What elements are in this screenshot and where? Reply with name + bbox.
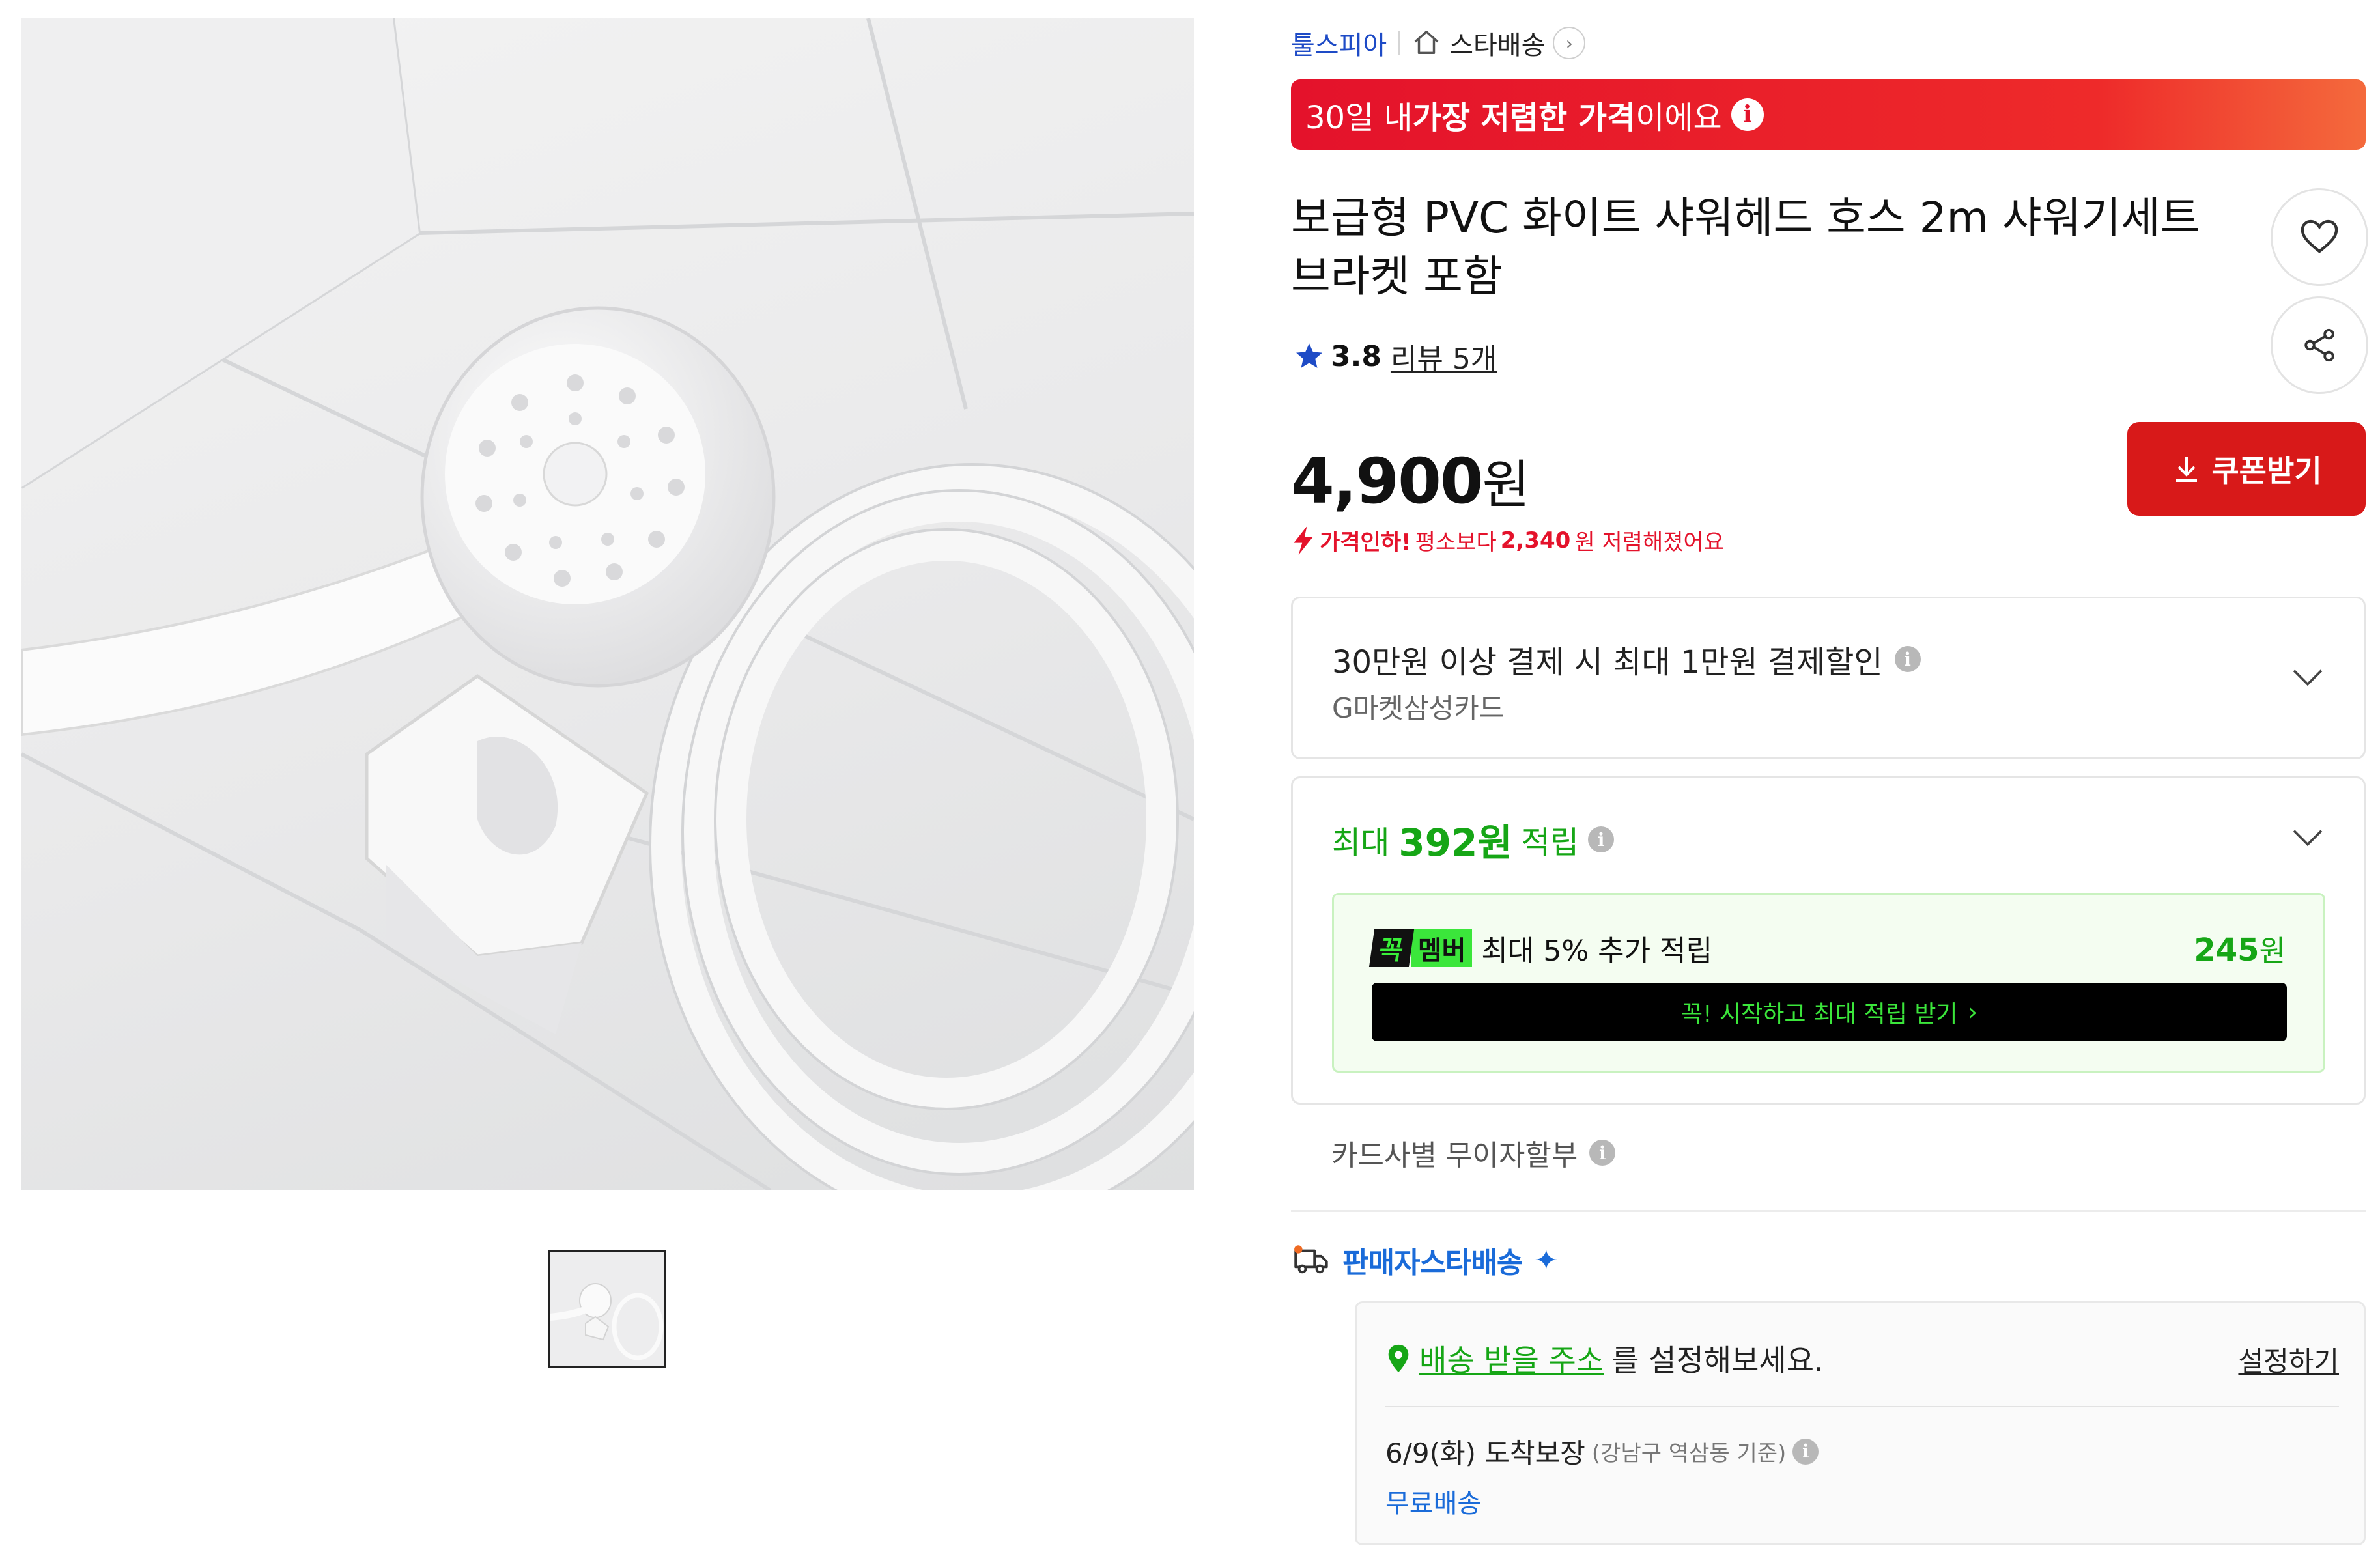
points-title-row: 최대 392원 적립 i xyxy=(1332,812,1615,867)
info-icon[interactable]: i xyxy=(1792,1438,1819,1465)
discount-title-row: 30만원 이상 결제 시 최대 1만원 결제할인 i xyxy=(1332,636,1921,682)
rating-row: 3.8 리뷰 5개 xyxy=(1293,335,1497,377)
truck-icon xyxy=(1294,1245,1328,1274)
installment-info[interactable]: 카드사별 무이자할부 i xyxy=(1331,1132,1616,1174)
review-count-link[interactable]: 리뷰 5개 xyxy=(1391,335,1497,377)
member-benefit-amount: 245원 xyxy=(2194,927,2286,969)
product-title: 보급형 PVC 화이트 샤워헤드 호스 2m 샤워기세트 브라켓 포함 xyxy=(1291,193,2200,302)
member-amount-number: 245 xyxy=(2194,932,2260,968)
lowest-price-banner: 30일 내 가장 저렴한 가격 이에요 i xyxy=(1291,79,2366,150)
chevron-down-icon[interactable] xyxy=(2289,658,2326,695)
member-badge-right: 멤버 xyxy=(1411,929,1473,967)
seller-name-link[interactable]: 툴스피아 xyxy=(1291,24,1387,62)
price-drop-suffix: 원 저렴해졌어요 xyxy=(1574,529,1725,556)
price-number: 4,900 xyxy=(1291,445,1484,518)
download-icon xyxy=(2176,457,2198,482)
member-benefit-text: 최대 5% 추가 적립 xyxy=(1481,935,1713,968)
member-cta-label: 꼭! 시작하고 최대 적립 받기 xyxy=(1681,1001,1958,1028)
product-main-image xyxy=(21,18,1194,1190)
seller-row: 툴스피아 스타배송 › xyxy=(1291,23,1586,63)
member-badge-left: 꼭 xyxy=(1368,929,1414,967)
member-badge: 꼭 멤버 xyxy=(1368,929,1473,967)
delivery-header: 판매자스타배송 ✦ xyxy=(1293,1239,1558,1281)
banner-suffix: 이에요 xyxy=(1636,100,1722,136)
member-benefit-row: 꼭 멤버 최대 5% 추가 적립 245원 xyxy=(1368,927,2286,969)
wishlist-button[interactable] xyxy=(2271,188,2368,286)
chevron-right-icon: › xyxy=(1553,27,1586,59)
rating-score: 3.8 xyxy=(1331,339,1381,373)
share-button[interactable] xyxy=(2271,296,2368,394)
info-icon[interactable]: i xyxy=(1589,1140,1616,1166)
heart-icon xyxy=(2301,219,2338,253)
shipping-fee: 무료배송 xyxy=(1385,1489,1482,1519)
product-thumbnail[interactable] xyxy=(548,1250,666,1368)
price-drop-label: 가격인하! xyxy=(1320,529,1411,556)
card-discount-section[interactable]: 30만원 이상 결제 시 최대 1만원 결제할인 i G마켓삼성카드 xyxy=(1291,597,2366,759)
shipping-box: 배송 받을 주소 를 설정해보세요. 설정하기 6/9(화) 도착보장 (강남구… xyxy=(1355,1301,2366,1545)
price-drop-middle: 평소보다 xyxy=(1415,529,1497,556)
info-icon[interactable]: i xyxy=(1588,826,1615,852)
star-delivery-link[interactable]: 스타배송 › xyxy=(1411,24,1586,62)
share-icon xyxy=(2304,328,2334,362)
coupon-download-button[interactable]: 쿠폰받기 xyxy=(2127,422,2366,516)
divider xyxy=(1385,1406,2339,1407)
divider xyxy=(1291,1210,2366,1212)
info-icon[interactable]: i xyxy=(1731,98,1764,131)
location-pin-icon xyxy=(1388,1344,1409,1373)
discount-card-name: G마켓삼성카드 xyxy=(1332,692,1505,724)
chevron-right-icon: › xyxy=(1968,998,1977,1026)
lightning-icon xyxy=(1294,526,1313,555)
home-icon xyxy=(1414,31,1439,55)
member-signup-button[interactable]: 꼭! 시작하고 최대 적립 받기 › xyxy=(1372,983,2287,1041)
arrival-basis: (강남구 역삼동 기준) xyxy=(1591,1441,1787,1467)
points-section[interactable]: 최대 392원 적립 i 꼭 멤버 최대 5% 추가 적립 245원 꼭! 시작… xyxy=(1291,776,2366,1105)
banner-bold: 가장 저렴한 가격 xyxy=(1412,100,1636,136)
address-row: 배송 받을 주소 를 설정해보세요. xyxy=(1385,1337,1824,1380)
star-delivery-label: 스타배송 xyxy=(1449,31,1546,61)
member-benefit-box: 꼭 멤버 최대 5% 추가 적립 245원 꼭! 시작하고 최대 적립 받기 › xyxy=(1332,893,2325,1073)
delivery-brand-label: 판매자스타배송 xyxy=(1342,1246,1523,1280)
chevron-down-icon[interactable] xyxy=(2289,819,2326,855)
set-address-link[interactable]: 설정하기 xyxy=(2238,1340,2339,1379)
installment-label: 카드사별 무이자할부 xyxy=(1331,1139,1578,1172)
star-icon xyxy=(1296,343,1322,368)
price-drop-notice: 가격인하! 평소보다 2,340 원 저렴해졌어요 xyxy=(1291,524,1724,556)
info-icon[interactable]: i xyxy=(1894,646,1921,672)
arrival-guarantee: 6/9(화) 도착보장 (강남구 역삼동 기준) i xyxy=(1385,1431,1819,1471)
coupon-button-label: 쿠폰받기 xyxy=(2211,453,2322,488)
address-suffix: 를 설정해보세요. xyxy=(1611,1343,1824,1378)
divider xyxy=(1398,31,1400,55)
arrival-date: 6/9(화) 도착보장 xyxy=(1385,1437,1585,1469)
points-amount: 392원 xyxy=(1398,821,1512,865)
price-drop-amount: 2,340 xyxy=(1500,527,1571,554)
points-suffix: 적립 xyxy=(1521,824,1580,861)
price-unit: 원 xyxy=(1482,455,1531,515)
banner-prefix: 30일 내 xyxy=(1305,100,1413,136)
product-price: 4,900원 xyxy=(1291,443,1531,518)
address-link[interactable]: 배송 받을 주소 xyxy=(1419,1337,1604,1380)
sparkle-icon: ✦ xyxy=(1534,1243,1558,1277)
points-prefix: 최대 xyxy=(1332,824,1390,861)
discount-title: 30만원 이상 결제 시 최대 1만원 결제할인 xyxy=(1332,644,1883,681)
member-amount-unit: 원 xyxy=(2259,935,2286,968)
